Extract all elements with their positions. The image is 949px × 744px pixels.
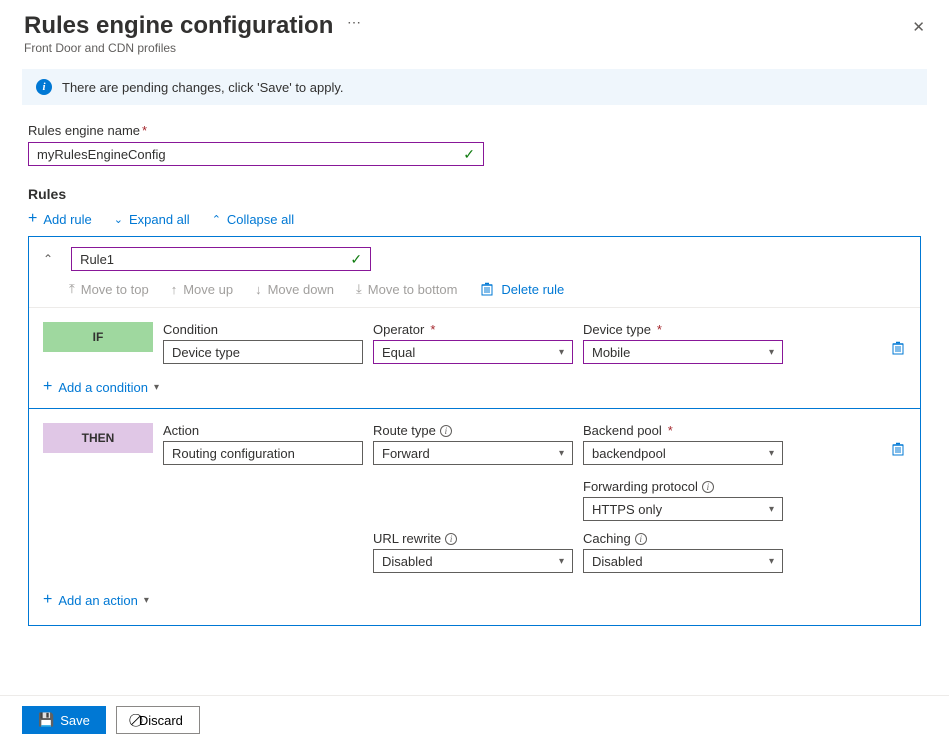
page-header: Rules engine configuration ⋯ Front Door … xyxy=(0,0,949,61)
rules-panel: ⌃ Rule1 ✓ ⤒ Move to top ↑ Move up ↓ Move… xyxy=(28,236,921,626)
plus-icon: + xyxy=(43,591,52,609)
arrow-bottom-icon: ⤓ xyxy=(356,281,362,297)
devicetype-label: Device type* xyxy=(583,322,783,337)
move-down-button: ↓ Move down xyxy=(255,282,334,297)
action-value[interactable]: Routing configuration xyxy=(163,441,363,465)
operator-select[interactable]: Equal ▾ xyxy=(373,340,573,364)
chevron-down-icon: ⌄ xyxy=(114,213,123,226)
then-tag: THEN xyxy=(43,423,153,453)
rule-name-input[interactable]: Rule1 ✓ xyxy=(71,247,371,271)
condition-label: Condition xyxy=(163,322,363,337)
banner-text: There are pending changes, click 'Save' … xyxy=(62,80,344,95)
delete-action-icon[interactable] xyxy=(890,441,906,457)
breadcrumb: Front Door and CDN profiles xyxy=(24,41,912,55)
trash-icon xyxy=(479,281,495,297)
chevron-down-icon: ▾ xyxy=(769,556,774,567)
backend-pool-label: Backend pool* xyxy=(583,423,783,438)
checkmark-icon: ✓ xyxy=(350,251,362,268)
devicetype-select[interactable]: Mobile ▾ xyxy=(583,340,783,364)
add-action-button[interactable]: + Add an action ▾ xyxy=(43,591,906,609)
rules-toolbar: + Add rule ⌄ Expand all ⌃ Collapse all xyxy=(28,210,921,228)
more-icon[interactable]: ⋯ xyxy=(347,14,361,31)
chevron-down-icon: ▾ xyxy=(144,595,149,606)
save-icon: 💾 xyxy=(38,712,54,728)
rules-engine-name-label: Rules engine name* xyxy=(28,123,484,138)
info-icon: i xyxy=(36,79,52,95)
footer: 💾 Save ⃠ Discard xyxy=(0,695,949,744)
add-condition-button[interactable]: + Add a condition ▾ xyxy=(43,378,906,396)
rule-actions-bar: ⤒ Move to top ↑ Move up ↓ Move down ⤓ Mo… xyxy=(29,279,920,308)
route-type-select[interactable]: Forward ▾ xyxy=(373,441,573,465)
plus-icon: + xyxy=(28,210,37,228)
chevron-down-icon: ▾ xyxy=(154,382,159,393)
caching-label: Caching i xyxy=(583,531,783,546)
delete-condition-icon[interactable] xyxy=(890,340,906,356)
move-to-bottom-button: ⤓ Move to bottom xyxy=(356,281,457,297)
checkmark-icon: ✓ xyxy=(463,146,475,163)
expand-all-button[interactable]: ⌄ Expand all xyxy=(114,212,190,227)
discard-button[interactable]: ⃠ Discard xyxy=(116,706,200,734)
info-icon[interactable]: i xyxy=(445,533,457,545)
caching-select[interactable]: Disabled ▾ xyxy=(583,549,783,573)
close-icon[interactable]: ✕ xyxy=(912,18,925,36)
plus-icon: + xyxy=(43,378,52,396)
page-title: Rules engine configuration xyxy=(24,12,333,40)
move-to-top-button: ⤒ Move to top xyxy=(69,281,149,297)
forwarding-protocol-label: Forwarding protocol i xyxy=(583,479,783,494)
chevron-down-icon: ▾ xyxy=(559,556,564,567)
backend-pool-select[interactable]: backendpool ▾ xyxy=(583,441,783,465)
operator-label: Operator* xyxy=(373,322,573,337)
chevron-down-icon: ▾ xyxy=(559,347,564,358)
chevron-down-icon: ▾ xyxy=(769,504,774,515)
rules-section-label: Rules xyxy=(28,186,921,202)
url-rewrite-label: URL rewrite i xyxy=(373,531,573,546)
if-tag: IF xyxy=(43,322,153,352)
forwarding-protocol-select[interactable]: HTTPS only ▾ xyxy=(583,497,783,521)
chevron-down-icon: ▾ xyxy=(769,448,774,459)
collapse-all-button[interactable]: ⌃ Collapse all xyxy=(212,212,294,227)
info-icon[interactable]: i xyxy=(635,533,647,545)
chevron-down-icon: ▾ xyxy=(769,347,774,358)
save-button[interactable]: 💾 Save xyxy=(22,706,106,734)
condition-value[interactable]: Device type xyxy=(163,340,363,364)
rules-engine-name-input[interactable]: myRulesEngineConfig ✓ xyxy=(28,142,484,166)
url-rewrite-select[interactable]: Disabled ▾ xyxy=(373,549,573,573)
delete-rule-button[interactable]: Delete rule xyxy=(479,281,564,297)
then-section: THEN Action Routing configuration Route … xyxy=(29,409,920,625)
collapse-rule-icon[interactable]: ⌃ xyxy=(43,252,53,266)
chevron-up-icon: ⌃ xyxy=(212,213,221,226)
arrow-up-icon: ↑ xyxy=(171,282,178,297)
pending-changes-banner: i There are pending changes, click 'Save… xyxy=(22,69,927,105)
if-section: IF Condition Device type Operator* Equal… xyxy=(29,308,920,409)
route-type-label: Route type i xyxy=(373,423,573,438)
info-icon[interactable]: i xyxy=(702,481,714,493)
rule-header: ⌃ Rule1 ✓ xyxy=(29,237,920,279)
arrow-top-icon: ⤒ xyxy=(69,281,75,297)
add-rule-button[interactable]: + Add rule xyxy=(28,210,92,228)
chevron-down-icon: ▾ xyxy=(559,448,564,459)
action-label: Action xyxy=(163,423,363,438)
move-up-button: ↑ Move up xyxy=(171,282,233,297)
arrow-down-icon: ↓ xyxy=(255,282,262,297)
info-icon[interactable]: i xyxy=(440,425,452,437)
